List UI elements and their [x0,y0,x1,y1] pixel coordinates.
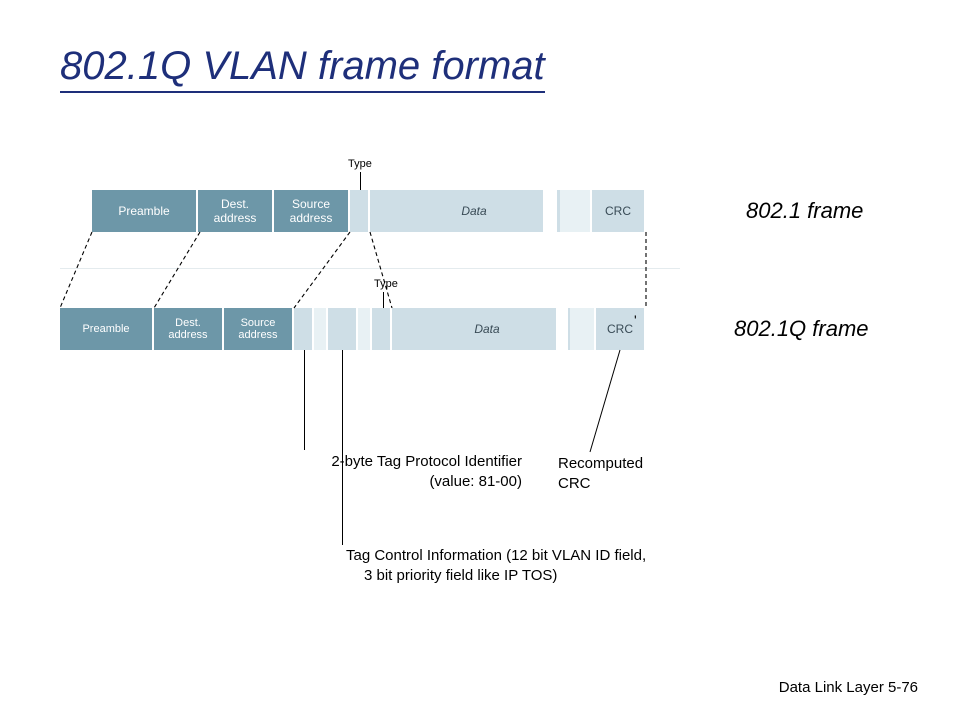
f1-type [350,190,370,232]
f2-preamble: Preamble [60,308,154,350]
f1-dest: Dest. address [198,190,274,232]
f2-source: Source address [224,308,294,350]
f2-tci [328,308,358,350]
page-title: 802.1Q VLAN frame format [60,44,545,93]
ann-tci-l1: Tag Control Information (12 bit VLAN ID … [346,546,646,566]
ann-tci: Tag Control Information (12 bit VLAN ID … [346,546,646,587]
ann-tpid-l2: (value: 81-00) [302,472,522,492]
f2-tci-pad [358,308,372,350]
f2-tpid [294,308,314,350]
ann-tpid-l1: 2-byte Tag Protocol Identifier [302,452,522,472]
ann-crc: Recomputed CRC [558,454,643,495]
frame1-label: 802.1 frame [746,198,863,224]
ann-tci-l2: 3 bit priority field like IP TOS) [346,566,646,586]
f1-preamble: Preamble [92,190,198,232]
f1-source: Source address [274,190,350,232]
f2-crc: CRC [596,308,646,350]
f2-dest: Dest. address [154,308,224,350]
f2-type-label: Type [374,278,398,290]
ann-tpid: 2-byte Tag Protocol Identifier (value: 8… [302,452,522,493]
f1-crc: CRC [592,190,646,232]
f2-type [372,308,392,350]
crc-prime: ' [634,312,637,328]
frame2-label: 802.1Q frame [734,316,869,342]
footer: Data Link Layer 5-76 [779,679,918,696]
f1-data-pad [560,190,592,232]
separator [60,268,680,269]
f2-data-pad [570,308,596,350]
f2-tpid-pad [314,308,328,350]
f1-type-label: Type [348,158,372,170]
